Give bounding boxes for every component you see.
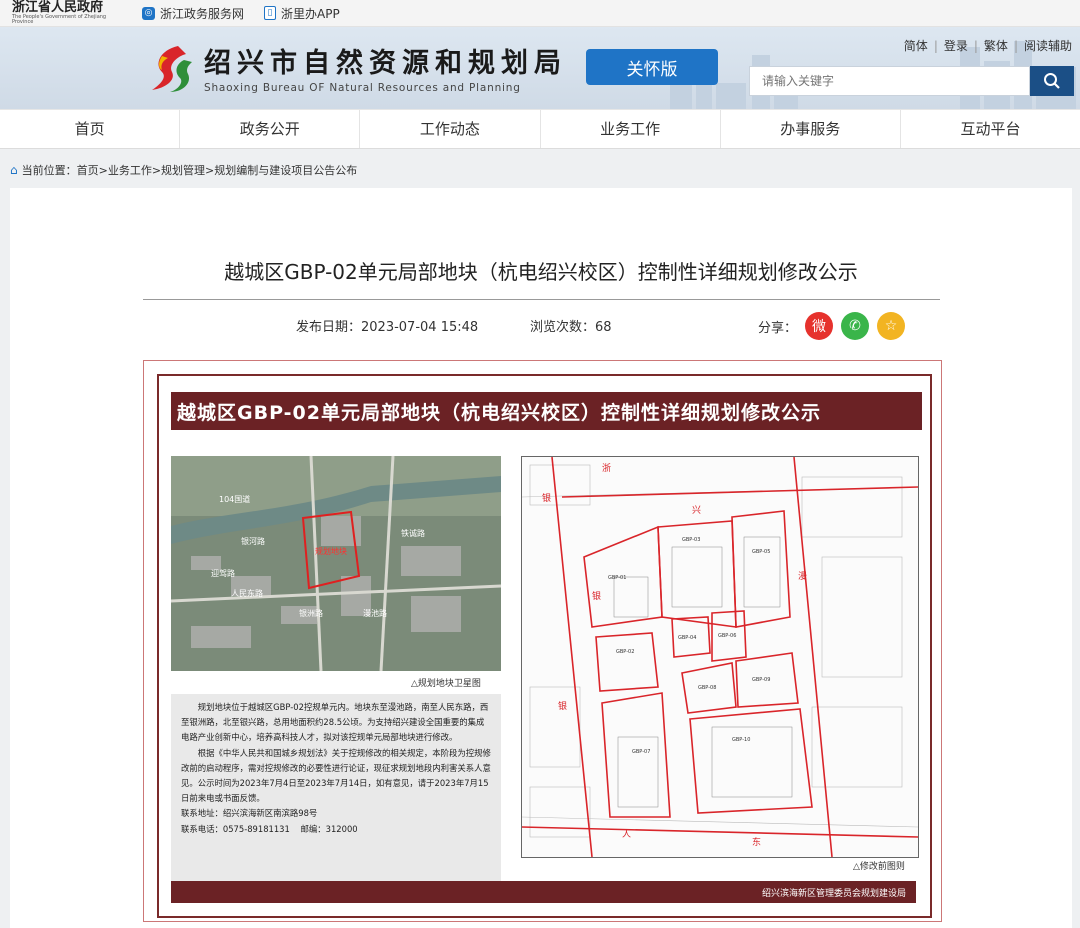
poster-title: 越城区GBP-02单元局部地块（杭电绍兴校区）控制性详细规划修改公示 (171, 392, 922, 430)
site-title-en: Shaoxing Bureau OF Natural Resources and… (204, 82, 521, 94)
gov-name-en: The People's Government of Zhejiang Prov… (12, 14, 107, 25)
site-title: 绍兴市自然资源和规划局 (204, 48, 567, 79)
share-label: 分享： (758, 320, 798, 336)
reading-aid-link[interactable]: 阅读辅助 (1024, 39, 1072, 53)
search-button[interactable] (1030, 66, 1074, 96)
care-mode-button[interactable]: 关怀版 (586, 49, 718, 85)
notice-description: 规划地块位于越城区GBP-02控规单元内。地块东至漫池路，南至人民东路，西至银洲… (171, 694, 501, 888)
home-icon: ⌂ (10, 163, 18, 177)
zlb-app-link[interactable]: ▯ 浙里办APP (264, 5, 340, 22)
svg-text:GBP-04: GBP-04 (678, 635, 696, 641)
breadcrumb-label: 当前位置： (21, 164, 77, 177)
svg-text:铁诚路: 铁诚路 (401, 528, 425, 538)
share-bar: 分享： 微 ✆ ☆ (758, 312, 906, 340)
simplified-link[interactable]: 简体 (904, 39, 928, 53)
notice-poster: 越城区GBP-02单元局部地块（杭电绍兴校区）控制性详细规划修改公示 104国道… (157, 374, 932, 918)
svg-text:东: 东 (752, 836, 761, 848)
planning-map: GBP-01 GBP-03 GBP-05 GBP-02 GBP-04 GBP-06 G… (521, 456, 919, 858)
svg-text:规划地块: 规划地块 (315, 546, 347, 556)
satellite-image: 104国道 银河路 规划地块 铁诚路 迎驾路 人民东路 银洲路 漫池路 (171, 456, 501, 671)
svg-text:银洲路: 银洲路 (299, 608, 323, 618)
zwfw-label: 浙江政务服务网 (160, 6, 245, 21)
search-box (749, 66, 1074, 96)
publish-date: 发布日期：2023-07-04 15:48 (296, 320, 479, 335)
svg-text:GBP-07: GBP-07 (632, 749, 650, 755)
view-count: 浏览次数：68 (530, 320, 612, 335)
svg-text:银: 银 (558, 700, 567, 712)
phone-icon: ▯ (264, 6, 277, 20)
bureau-emblem-icon (152, 45, 192, 92)
satellite-caption: △规划地块卫星图 (411, 679, 481, 689)
sat-road-label: 104国道 (219, 494, 250, 504)
svg-text:GBP-02: GBP-02 (616, 649, 634, 655)
nav-services[interactable]: 办事服务 (721, 110, 901, 148)
breadcrumb-path[interactable]: 首页>业务工作>规划管理>规划编制与建设项目公告公布 (77, 162, 358, 178)
zwfw-icon: ◎ (142, 6, 155, 20)
breadcrumb: ⌂ 当前位置： 首页>业务工作>规划管理>规划编制与建设项目公告公布 (0, 149, 1080, 191)
traditional-link[interactable]: 繁体 (984, 39, 1008, 53)
nav-work-news[interactable]: 工作动态 (360, 110, 541, 148)
svg-text:银: 银 (592, 590, 601, 602)
svg-text:浙: 浙 (602, 462, 611, 474)
svg-text:迎驾路: 迎驾路 (211, 568, 235, 578)
contact-address: 联系地址：绍兴滨海新区南滨路98号 (181, 808, 318, 819)
favorite-star-icon[interactable]: ☆ (877, 312, 906, 340)
svg-text:GBP-08: GBP-08 (698, 685, 716, 691)
gov-name: 浙江省人民政府 (12, 0, 104, 15)
article-title: 越城区GBP-02单元局部地块（杭电绍兴校区）控制性详细规划修改公示 (224, 260, 858, 284)
title-divider (143, 299, 940, 300)
login-link[interactable]: 登录 (944, 39, 968, 53)
nav-gov-affairs[interactable]: 政务公开 (180, 110, 361, 148)
svg-text:漫: 漫 (798, 570, 807, 582)
contact-phone-line: 联系电话：0575-89181131 邮编：312000 (181, 823, 358, 834)
top-bar: 浙江省人民政府 The People's Government of Zheji… (0, 0, 1080, 27)
svg-text:GBP-09: GBP-09 (752, 677, 770, 683)
content-panel: 越城区GBP-02单元局部地块（杭电绍兴校区）控制性详细规划修改公示 发布日期：… (10, 188, 1072, 928)
desc-paragraph-1: 规划地块位于越城区GBP-02控规单元内。地块东至漫池路，南至人民东路，西至银洲… (181, 702, 489, 743)
weibo-icon[interactable]: 微 (805, 312, 834, 340)
nav-home[interactable]: 首页 (0, 110, 181, 148)
notice-image: 越城区GBP-02单元局部地块（杭电绍兴校区）控制性详细规划修改公示 104国道… (143, 360, 942, 922)
svg-text:GBP-01: GBP-01 (608, 575, 626, 581)
svg-text:GBP-10: GBP-10 (732, 737, 750, 743)
search-icon (1044, 73, 1060, 89)
svg-text:银: 银 (542, 492, 551, 504)
tool-links: 简体 | 登录 | 繁体 | 阅读辅助 (903, 39, 1072, 53)
search-input[interactable] (749, 66, 1030, 96)
svg-text:GBP-06: GBP-06 (718, 633, 736, 639)
main-nav: 首页 政务公开 工作动态 业务工作 办事服务 互动平台 (0, 109, 1080, 149)
site-logo[interactable]: 绍兴市自然资源和规划局 Shaoxing Bureau OF Natural R… (148, 41, 567, 94)
wechat-icon[interactable]: ✆ (841, 312, 870, 340)
zhejiang-gov-logo[interactable]: 浙江省人民政府 The People's Government of Zheji… (12, 1, 122, 25)
nav-interaction[interactable]: 互动平台 (901, 110, 1080, 148)
nav-business[interactable]: 业务工作 (541, 110, 721, 148)
svg-text:人: 人 (622, 829, 631, 840)
svg-text:银河路: 银河路 (241, 536, 265, 546)
zjzwfw-link[interactable]: ◎ 浙江政务服务网 (142, 5, 244, 22)
poster-footer: 绍兴滨海新区管理委员会规划建设局 (171, 881, 916, 903)
svg-text:GBP-05: GBP-05 (752, 549, 770, 555)
map-caption: △修改前图则 (853, 862, 905, 872)
svg-text:兴: 兴 (692, 505, 701, 516)
svg-text:GBP-03: GBP-03 (682, 537, 700, 543)
svg-text:人民东路: 人民东路 (231, 588, 263, 598)
zlb-label: 浙里办APP (281, 6, 340, 21)
svg-text:漫池路: 漫池路 (363, 608, 387, 618)
desc-paragraph-2: 根据《中华人民共和国城乡规划法》关于控规修改的相关规定，本阶段为控规修改前的启动… (181, 747, 491, 804)
